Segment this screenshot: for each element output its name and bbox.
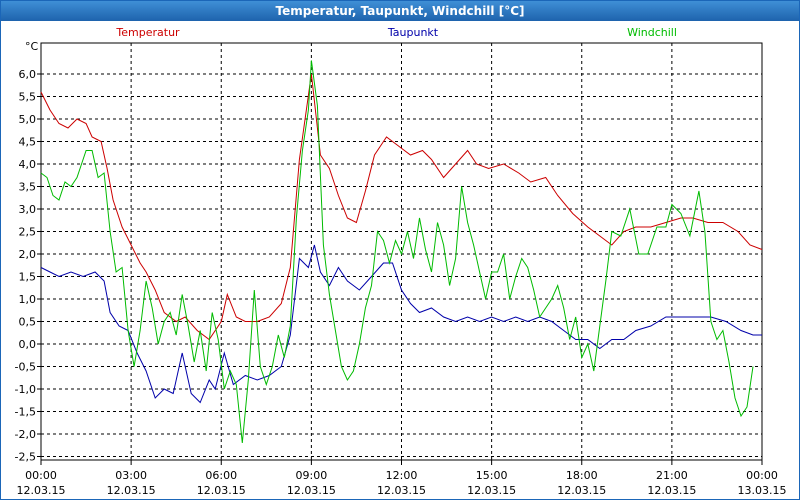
y-tick-label: 2,0 bbox=[19, 248, 37, 261]
x-tick-time-label: 00:00 bbox=[746, 469, 778, 482]
x-tick-time-label: 18:00 bbox=[566, 469, 598, 482]
legend-item-windchill: Windchill bbox=[627, 26, 677, 39]
legend-item-temperatur: Temperatur bbox=[115, 26, 180, 39]
y-tick-label: 6,0 bbox=[19, 68, 37, 81]
y-tick-label: -2,5 bbox=[15, 451, 36, 464]
x-tick-time-label: 12:00 bbox=[386, 469, 418, 482]
x-tick-date-label: 12.03.15 bbox=[17, 484, 66, 497]
y-axis: -2,5 -2,0 -1,5 -1,0 -0,5 0,0 0,5 1,0 1,5 2,0 2,5 3,… bbox=[15, 68, 41, 464]
y-tick-label: 0,0 bbox=[19, 338, 37, 351]
legend-item-taupunkt: Taupunkt bbox=[387, 26, 439, 39]
y-tick-label: 5,0 bbox=[19, 113, 37, 126]
y-tick-label: 4,0 bbox=[19, 158, 37, 171]
y-tick-label: 4,5 bbox=[19, 136, 37, 149]
x-tick-date-label: 12.03.15 bbox=[377, 484, 426, 497]
x-axis: 00:00 12.03.15 03:00 12.03.15 06:00 12.03.15 0… bbox=[17, 460, 787, 497]
x-tick-date-label: 12.03.15 bbox=[467, 484, 516, 497]
y-tick-label: -1,0 bbox=[15, 383, 36, 396]
y-tick-label: -2,0 bbox=[15, 428, 36, 441]
y-tick-label: 0,5 bbox=[19, 316, 37, 329]
x-tick-date-label: 12.03.15 bbox=[557, 484, 606, 497]
x-tick-time-label: 15:00 bbox=[476, 469, 508, 482]
y-tick-label: 1,0 bbox=[19, 293, 37, 306]
x-tick-time-label: 21:00 bbox=[656, 469, 688, 482]
x-tick-date-label: 12.03.15 bbox=[287, 484, 336, 497]
line-chart: -2,5 -2,0 -1,5 -1,0 -0,5 0,0 0,5 1,0 1,5 2,0 2,5 3,… bbox=[15, 26, 787, 497]
y-tick-label: 1,5 bbox=[19, 271, 37, 284]
y-axis-unit-label: °C bbox=[25, 40, 39, 53]
y-tick-label: 5,5 bbox=[19, 91, 37, 104]
x-tick-date-label: 12.03.15 bbox=[647, 484, 696, 497]
x-tick-time-label: 06:00 bbox=[205, 469, 237, 482]
x-tick-time-label: 03:00 bbox=[115, 469, 147, 482]
y-tick-label: 3,5 bbox=[19, 181, 37, 194]
x-tick-time-label: 00:00 bbox=[25, 469, 57, 482]
y-tick-label: -1,5 bbox=[15, 406, 36, 419]
y-tick-label: 2,5 bbox=[19, 226, 37, 239]
x-tick-date-label: 13.03.15 bbox=[738, 484, 787, 497]
y-tick-label: -0,5 bbox=[15, 361, 36, 374]
y-tick-label: 3,0 bbox=[19, 203, 37, 216]
x-tick-time-label: 09:00 bbox=[296, 469, 328, 482]
x-tick-date-label: 12.03.15 bbox=[107, 484, 156, 497]
legend: Temperatur Taupunkt Windchill bbox=[115, 26, 677, 39]
x-tick-date-label: 12.03.15 bbox=[197, 484, 246, 497]
